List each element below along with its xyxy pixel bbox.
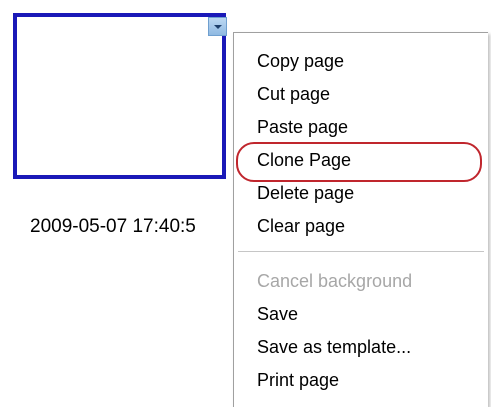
- page-thumbnail[interactable]: [13, 13, 226, 179]
- page-timestamp: 2009-05-07 17:40:5: [30, 216, 196, 237]
- menu-item-cancel-background: Cancel background: [257, 271, 413, 291]
- context-menu: Copy page Cut page Paste page Clone Page…: [233, 32, 488, 407]
- page-menu-dropdown-button[interactable]: [208, 17, 227, 36]
- chevron-down-icon: [214, 25, 222, 29]
- menu-item-cut-page[interactable]: Cut page: [257, 79, 330, 109]
- menu-item-print-page[interactable]: Print page: [257, 365, 339, 395]
- menu-item-delete-page[interactable]: Delete page: [257, 178, 354, 208]
- menu-item-copy-page[interactable]: Copy page: [257, 46, 344, 76]
- menu-item-paste-page[interactable]: Paste page: [257, 112, 348, 142]
- menu-separator: [238, 251, 484, 252]
- clone-page-highlight-annotation: [236, 142, 482, 182]
- menu-item-save[interactable]: Save: [257, 299, 298, 329]
- menu-item-save-as-template[interactable]: Save as template...: [257, 332, 411, 362]
- menu-item-clear-page[interactable]: Clear page: [257, 211, 345, 241]
